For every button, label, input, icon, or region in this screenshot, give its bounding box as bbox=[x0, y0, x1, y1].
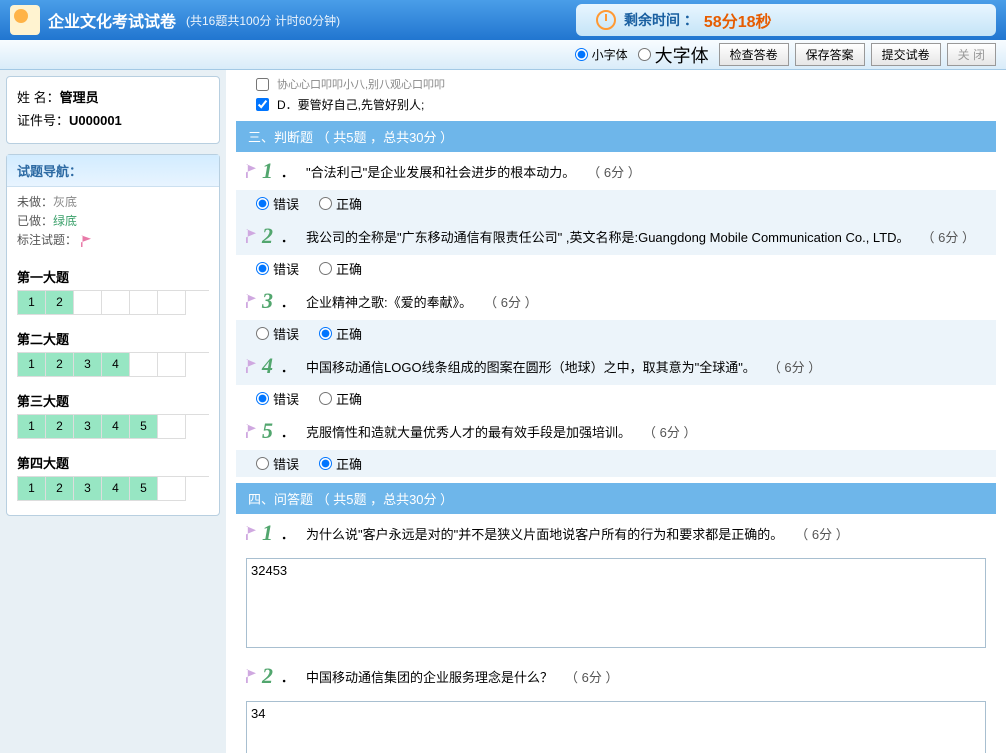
essay-question: 2． 中国移动通信集团的企业服务理念是什么？ （ 6分 ） bbox=[236, 657, 996, 695]
nav-section-title: 第二大题 bbox=[17, 329, 209, 348]
flag-icon bbox=[81, 235, 91, 247]
question-text: 为什么说"客户永远是对的"并不是狭义片面地说客户所有的行为和要求都是正确的。 bbox=[306, 524, 783, 543]
question-points: （ 6分 ） bbox=[795, 524, 848, 543]
option-d[interactable]: D．要管好自己,先管好别人; bbox=[236, 94, 996, 115]
answer-textarea[interactable] bbox=[246, 558, 986, 648]
timer-label: 剩余时间 ： bbox=[624, 10, 698, 30]
flag-icon[interactable] bbox=[246, 424, 256, 438]
question-text: 我公司的全称是"广东移动通信有限责任公司" ,英文名称是:Guangdong M… bbox=[306, 227, 910, 246]
question-points: （ 6分 ） bbox=[922, 227, 975, 246]
judge-question: 5． 克服惰性和造就大量优秀人才的最有效手段是加强培训。 （ 6分 ） bbox=[236, 412, 996, 450]
nav-question-cell[interactable]: 2 bbox=[46, 477, 74, 501]
flag-icon[interactable] bbox=[246, 359, 256, 373]
flag-icon[interactable] bbox=[246, 229, 256, 243]
app-header: 企业文化考试试卷 (共16题共100分 计时60分钟) 剩余时间 ： 58分18… bbox=[0, 0, 1006, 40]
nav-question-cell[interactable]: 2 bbox=[46, 291, 74, 315]
nav-question-cell[interactable]: 4 bbox=[102, 353, 130, 377]
option-right[interactable]: 正确 bbox=[319, 324, 362, 343]
nav-section-title: 第一大题 bbox=[17, 267, 209, 286]
nav-section-title: 第四大题 bbox=[17, 453, 209, 472]
user-name-label: 姓 名： bbox=[17, 90, 60, 105]
flag-icon[interactable] bbox=[246, 526, 256, 540]
question-points: （ 6分 ） bbox=[643, 422, 696, 441]
judge-question: 2． 我公司的全称是"广东移动通信有限责任公司" ,英文名称是:Guangdon… bbox=[236, 217, 996, 255]
user-panel: 姓 名：管理员 证件号：U000001 bbox=[6, 76, 220, 144]
question-number: 3 bbox=[262, 288, 273, 314]
nav-question-cell[interactable]: 1 bbox=[18, 415, 46, 439]
question-number: 5 bbox=[262, 418, 273, 444]
nav-panel: 试题导航： 未做：灰底 已做：绿底 标注试题： 第一大题12第二大题1234第三… bbox=[6, 154, 220, 516]
nav-header: 试题导航： bbox=[7, 155, 219, 187]
timer-value: 58分18秒 bbox=[704, 8, 772, 32]
question-points: （ 6分 ） bbox=[484, 292, 537, 311]
nav-question-cell[interactable]: 1 bbox=[18, 291, 46, 315]
font-large-option[interactable]: 大字体 bbox=[638, 42, 709, 68]
nav-question-cell[interactable]: 3 bbox=[74, 353, 102, 377]
option-right[interactable]: 正确 bbox=[319, 259, 362, 278]
sidebar: 姓 名：管理员 证件号：U000001 试题导航： 未做：灰底 已做：绿底 标注… bbox=[0, 70, 226, 753]
font-small-option[interactable]: 小字体 bbox=[575, 46, 628, 63]
timer-box: 剩余时间 ： 58分18秒 bbox=[576, 4, 996, 36]
nav-question-cell[interactable]: 3 bbox=[74, 477, 102, 501]
answer-textarea[interactable] bbox=[246, 701, 986, 753]
nav-question-cell[interactable]: 2 bbox=[46, 353, 74, 377]
section-3-bar: 三、判断题 （ 共5题 ，总共30分 ） bbox=[236, 121, 996, 152]
question-text: 克服惰性和造就大量优秀人才的最有效手段是加强培训。 bbox=[306, 422, 631, 441]
question-points: （ 6分 ） bbox=[768, 357, 821, 376]
essay-question: 1． 为什么说"客户永远是对的"并不是狭义片面地说客户所有的行为和要求都是正确的… bbox=[236, 514, 996, 552]
question-number: 1 bbox=[262, 520, 273, 546]
option-right[interactable]: 正确 bbox=[319, 389, 362, 408]
submit-button[interactable]: 提交试卷 bbox=[871, 43, 941, 66]
option-wrong[interactable]: 错误 bbox=[256, 324, 299, 343]
judge-question: 3． 企业精神之歌:《爱的奉献》。 （ 6分 ） bbox=[236, 282, 996, 320]
toolbar: 小字体 大字体 检查答卷 保存答案 提交试卷 关 闭 bbox=[0, 40, 1006, 70]
user-name: 管理员 bbox=[60, 90, 99, 105]
question-points: （ 6分 ） bbox=[587, 162, 640, 181]
nav-section-title: 第三大题 bbox=[17, 391, 209, 410]
nav-question-cell[interactable]: 1 bbox=[18, 477, 46, 501]
nav-question-cell[interactable]: 4 bbox=[102, 477, 130, 501]
question-number: 2 bbox=[262, 223, 273, 249]
option-right[interactable]: 正确 bbox=[319, 454, 362, 473]
nav-question-cell[interactable]: 1 bbox=[18, 353, 46, 377]
nav-question-cell[interactable]: 5 bbox=[130, 415, 158, 439]
flag-icon[interactable] bbox=[246, 669, 256, 683]
flag-icon[interactable] bbox=[246, 294, 256, 308]
question-text: 中国移动通信LOGO线条组成的图案在圆形（地球）之中，取其意为"全球通"。 bbox=[306, 357, 756, 376]
question-points: （ 6分 ） bbox=[565, 667, 618, 686]
option-c[interactable]: 协心心口叩叩小八,别八观心口叩叩 bbox=[236, 74, 996, 94]
question-number: 2 bbox=[262, 663, 273, 689]
user-id-label: 证件号： bbox=[17, 113, 69, 128]
question-text: 企业精神之歌:《爱的奉献》。 bbox=[306, 292, 472, 311]
question-text: 中国移动通信集团的企业服务理念是什么？ bbox=[306, 667, 553, 686]
question-number: 4 bbox=[262, 353, 273, 379]
nav-legend: 未做：灰底 已做：绿底 标注试题： bbox=[7, 187, 219, 257]
nav-question-cell[interactable]: 3 bbox=[74, 415, 102, 439]
nav-question-cell[interactable]: 4 bbox=[102, 415, 130, 439]
check-button[interactable]: 检查答卷 bbox=[719, 43, 789, 66]
flag-icon[interactable] bbox=[246, 164, 256, 178]
close-button[interactable]: 关 闭 bbox=[947, 43, 996, 66]
question-text: "合法利己"是企业发展和社会进步的根本动力。 bbox=[306, 162, 575, 181]
option-wrong[interactable]: 错误 bbox=[256, 194, 299, 213]
option-wrong[interactable]: 错误 bbox=[256, 259, 299, 278]
clock-icon bbox=[596, 10, 616, 30]
option-right[interactable]: 正确 bbox=[319, 194, 362, 213]
user-id: U000001 bbox=[69, 113, 122, 128]
main-content[interactable]: 协心心口叩叩小八,别八观心口叩叩 D．要管好自己,先管好别人; 三、判断题 （ … bbox=[226, 70, 1006, 753]
question-number: 1 bbox=[262, 158, 273, 184]
nav-question-cell[interactable]: 5 bbox=[130, 477, 158, 501]
save-button[interactable]: 保存答案 bbox=[795, 43, 865, 66]
judge-question: 4． 中国移动通信LOGO线条组成的图案在圆形（地球）之中，取其意为"全球通"。… bbox=[236, 347, 996, 385]
page-title: 企业文化考试试卷 bbox=[48, 8, 176, 32]
option-wrong[interactable]: 错误 bbox=[256, 389, 299, 408]
option-wrong[interactable]: 错误 bbox=[256, 454, 299, 473]
nav-question-cell[interactable]: 2 bbox=[46, 415, 74, 439]
section-4-bar: 四、问答题 （ 共5题 ，总共30分 ） bbox=[236, 483, 996, 514]
exam-icon bbox=[10, 5, 40, 35]
page-subtitle: (共16题共100分 计时60分钟) bbox=[186, 12, 340, 29]
judge-question: 1． "合法利己"是企业发展和社会进步的根本动力。 （ 6分 ） bbox=[236, 152, 996, 190]
